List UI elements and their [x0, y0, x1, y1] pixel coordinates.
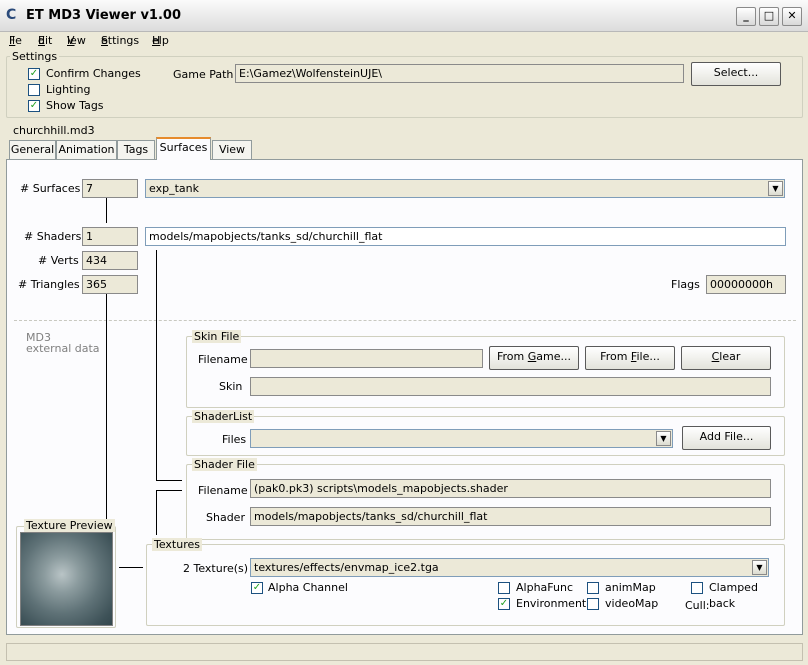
clear-button[interactable]: Clear — [681, 346, 771, 370]
connector-line — [106, 198, 107, 223]
skin-label: Skin — [219, 380, 243, 393]
shader-file-group-label: Shader File — [192, 458, 257, 471]
flags-label: Flags — [671, 278, 700, 291]
status-bar — [6, 643, 803, 661]
surface-select[interactable]: exp_tank — [145, 179, 785, 198]
shader-file-group — [186, 464, 785, 540]
lighting-label: Lighting — [46, 83, 91, 96]
confirm-changes-checkbox[interactable]: ✓ — [28, 68, 40, 80]
lighting-checkbox[interactable] — [28, 84, 40, 96]
shaders-count-label: # Shaders — [24, 230, 82, 243]
environment-label: Environment — [516, 597, 587, 610]
from-file-button[interactable]: From File... — [585, 346, 675, 370]
verts-count-field: 434 — [82, 251, 138, 270]
tab-surfaces[interactable]: Surfaces — [156, 137, 211, 160]
texture-preview-label: Texture Preview — [24, 519, 115, 532]
connector-line — [119, 567, 143, 568]
connector-line — [156, 250, 157, 480]
shader-label: Shader — [206, 511, 245, 524]
anim-map-checkbox[interactable] — [587, 582, 599, 594]
app-icon: C — [6, 7, 17, 23]
skin-file-group-label: Skin File — [192, 330, 242, 343]
separator — [14, 320, 796, 321]
skin-field[interactable] — [250, 377, 771, 396]
texture-select-value: textures/effects/envmap_ice2.tga — [254, 561, 439, 574]
files-select[interactable] — [250, 429, 673, 448]
video-map-label: videoMap — [605, 597, 659, 610]
show-tags-label: Show Tags — [46, 99, 104, 112]
maximize-icon: □ — [763, 9, 775, 22]
texture-count-label: 2 Texture(s) — [183, 562, 249, 575]
shader-field: models/mapobjects/tanks_sd/churchill_fla… — [250, 507, 771, 526]
select-path-button[interactable]: Select... — [691, 62, 781, 86]
surfaces-count-field: 7 — [82, 179, 138, 198]
verts-count-label: # Verts — [38, 254, 79, 267]
game-path-field[interactable]: E:\Gamez\WolfensteinUJE\ — [235, 64, 684, 83]
dropdown-arrow-icon[interactable]: ▼ — [656, 431, 671, 446]
close-button[interactable]: ✕ — [782, 7, 802, 26]
texture-select[interactable]: textures/effects/envmap_ice2.tga — [250, 558, 769, 577]
shader-filename-label: Filename — [198, 484, 248, 497]
textures-group — [146, 544, 785, 626]
files-label: Files — [222, 433, 247, 446]
maximize-button[interactable]: □ — [759, 7, 779, 26]
dropdown-arrow-icon[interactable]: ▼ — [768, 181, 783, 196]
tab-animation[interactable]: Animation — [56, 140, 117, 159]
checkmark-icon: ✓ — [29, 68, 39, 79]
surface-select-value: exp_tank — [149, 182, 199, 195]
window-title: ET MD3 Viewer v1.00 — [26, 8, 181, 23]
alpha-func-label: AlphaFunc — [516, 581, 573, 594]
shader-list-group-label: ShaderList — [192, 410, 255, 423]
file-name-label: churchhill.md3 — [13, 124, 95, 137]
connector-line — [156, 490, 157, 535]
checkmark-icon: ✓ — [29, 100, 39, 111]
shaders-count-field: 1 — [82, 227, 138, 246]
shader-filename-field: (pak0.pk3) scripts\models_mapobjects.sha… — [250, 479, 771, 498]
alpha-channel-label: Alpha Channel — [268, 581, 348, 594]
game-path-label: Game Path — [173, 68, 234, 81]
dropdown-arrow-icon[interactable]: ▼ — [752, 560, 767, 575]
checkmark-icon: ✓ — [252, 582, 262, 593]
triangles-count-field: 365 — [82, 275, 138, 294]
textures-group-label: Textures — [152, 538, 202, 551]
confirm-changes-label: Confirm Changes — [46, 67, 141, 80]
menu-bar: File Edit View Settings Help — [9, 34, 169, 47]
close-icon: ✕ — [787, 9, 797, 22]
add-file-button[interactable]: Add File... — [682, 426, 771, 450]
tab-view[interactable]: View — [212, 140, 252, 159]
connector-line — [156, 480, 182, 481]
texture-preview-image — [20, 532, 113, 626]
cull-value: back — [709, 597, 736, 610]
tab-tags[interactable]: Tags — [117, 140, 155, 159]
skin-filename-field[interactable] — [250, 349, 483, 368]
tab-general[interactable]: General — [9, 140, 56, 159]
environment-checkbox[interactable]: ✓ — [498, 598, 510, 610]
minimize-icon: _ — [743, 9, 749, 22]
shader-path-field[interactable]: models/mapobjects/tanks_sd/churchill_fla… — [145, 227, 786, 246]
connector-line — [106, 294, 107, 522]
skin-filename-label: Filename — [198, 353, 248, 366]
alpha-func-checkbox[interactable] — [498, 582, 510, 594]
md3-external-label-2: external data — [26, 342, 100, 355]
from-game-button[interactable]: From Game... — [489, 346, 579, 370]
anim-map-label: animMap — [605, 581, 656, 594]
cull-label: Cull: — [685, 599, 710, 612]
clamped-label: Clamped — [709, 581, 758, 594]
clamped-checkbox[interactable] — [691, 582, 703, 594]
settings-group-label: Settings — [10, 50, 60, 63]
checkmark-icon: ✓ — [499, 598, 509, 609]
video-map-checkbox[interactable] — [587, 598, 599, 610]
minimize-button[interactable]: _ — [736, 7, 756, 26]
alpha-channel-checkbox[interactable]: ✓ — [251, 582, 263, 594]
flags-field: 00000000h — [706, 275, 786, 294]
show-tags-checkbox[interactable]: ✓ — [28, 100, 40, 112]
surfaces-count-label: # Surfaces — [20, 182, 81, 195]
triangles-count-label: # Triangles — [18, 278, 80, 291]
connector-line — [156, 490, 182, 491]
